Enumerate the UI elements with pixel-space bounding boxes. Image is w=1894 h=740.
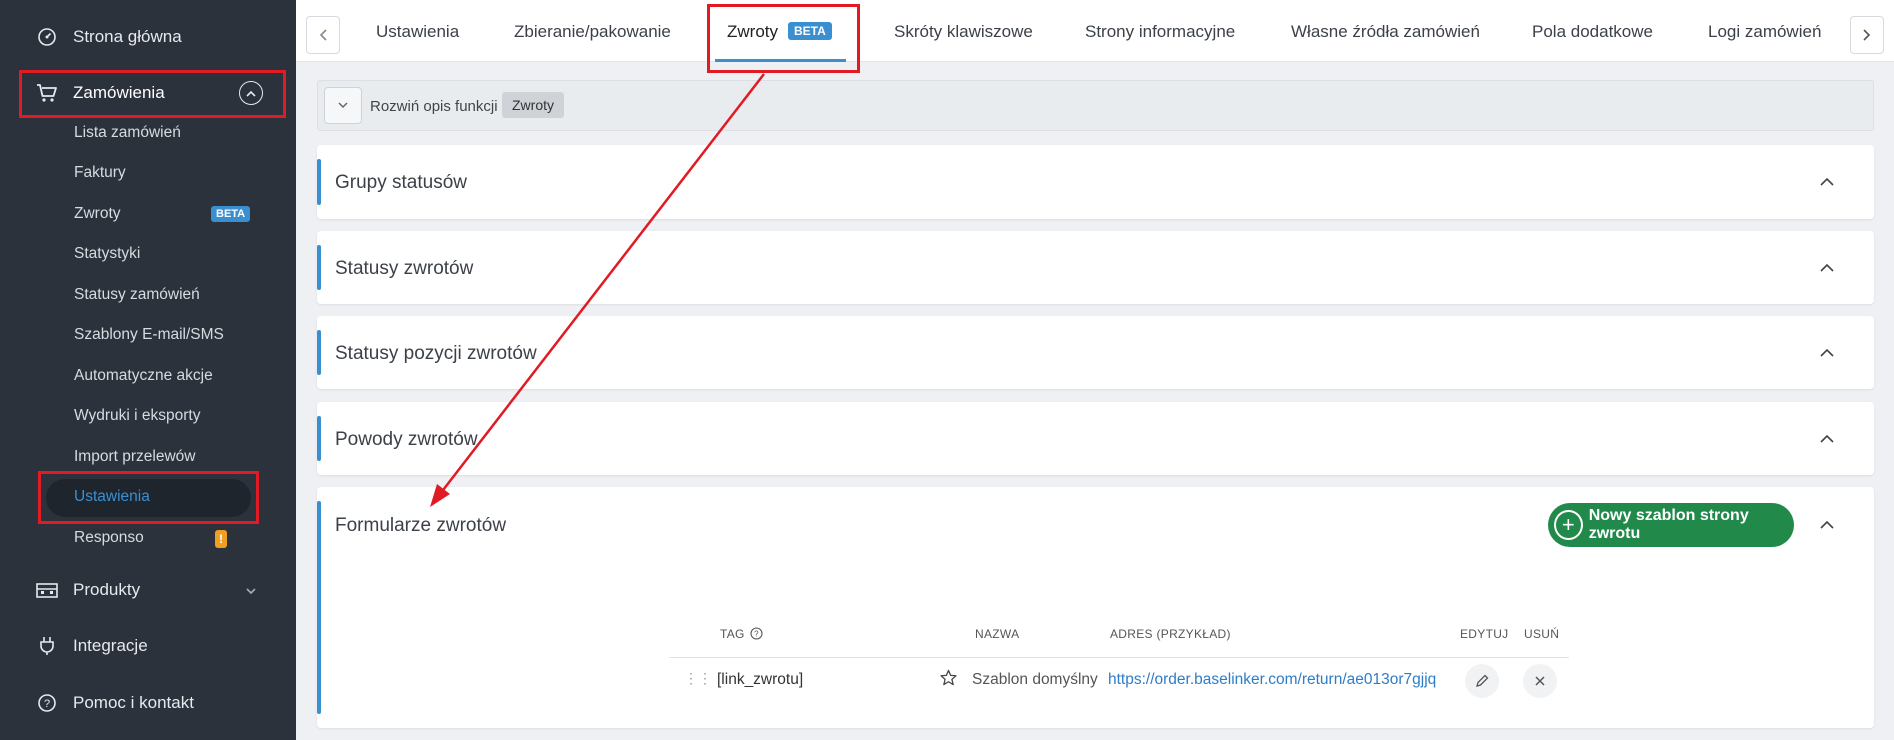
annotation-arrow bbox=[430, 73, 765, 507]
